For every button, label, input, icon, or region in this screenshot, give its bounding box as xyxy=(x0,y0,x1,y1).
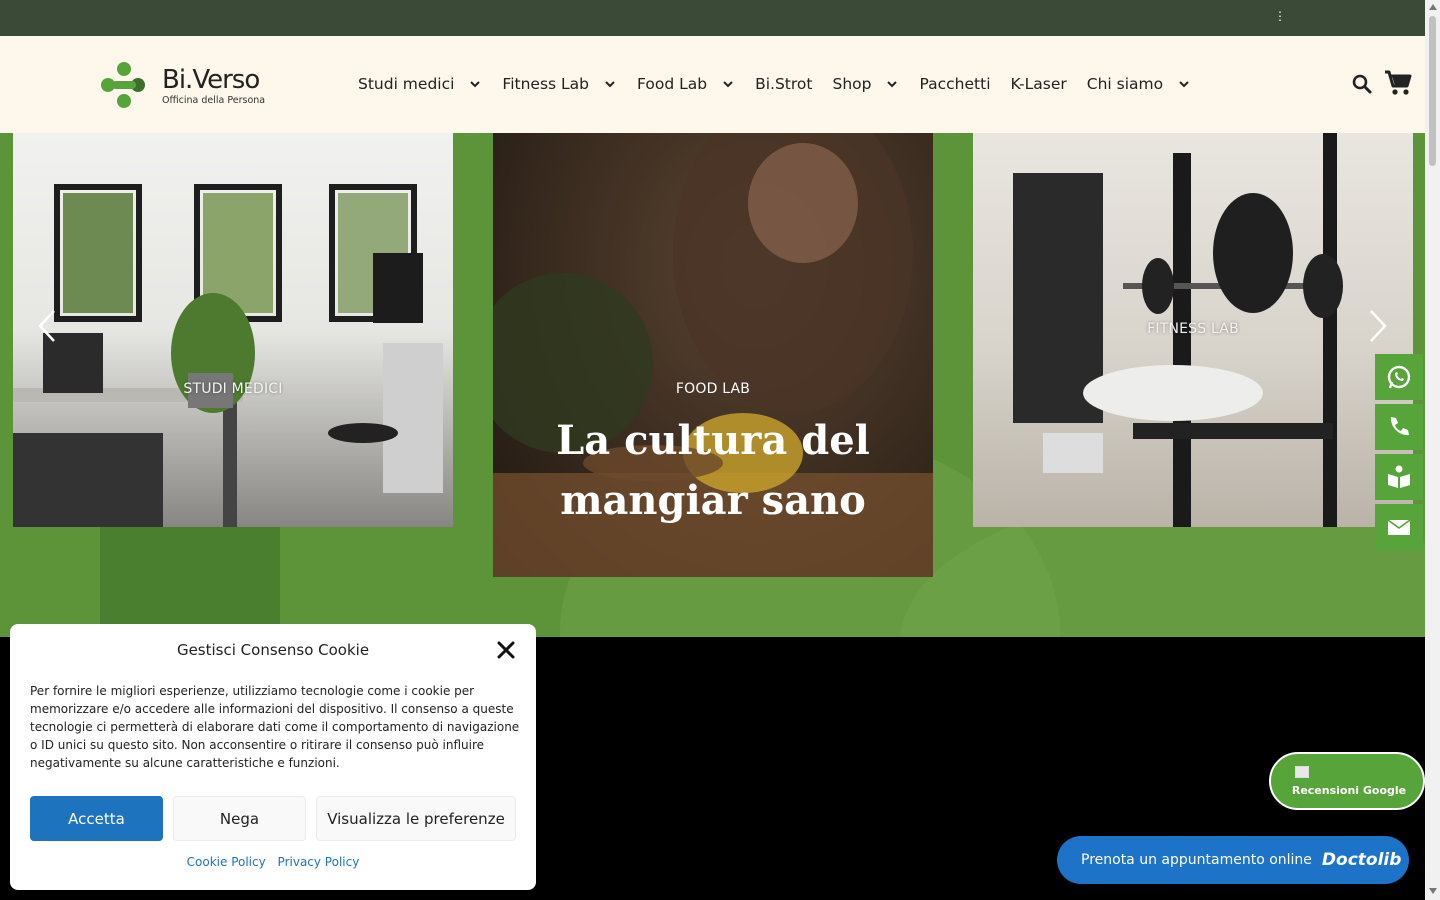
carousel-prev-arrow-icon[interactable] xyxy=(37,309,57,343)
page-scrollbar[interactable] xyxy=(1425,0,1440,900)
cookie-consent-dialog: Gestisci Consenso Cookie Per fornire le … xyxy=(10,624,536,890)
envelope-icon xyxy=(1387,519,1411,535)
chevron-down-icon xyxy=(887,81,898,88)
booking-button[interactable] xyxy=(1375,454,1423,500)
nav-label: K-Laser xyxy=(1010,75,1067,93)
doctolib-logo: Doctolib xyxy=(1321,850,1402,870)
more-dots[interactable]: ⋮ xyxy=(1274,8,1286,24)
phone-button[interactable] xyxy=(1375,404,1423,450)
close-icon[interactable] xyxy=(497,641,515,659)
nav-label: Pacchetti xyxy=(919,75,991,93)
slide-headline: La cultura del mangiar sano xyxy=(493,411,933,531)
google-reviews-badge[interactable]: Recensioni Google xyxy=(1269,752,1425,810)
chevron-down-icon xyxy=(723,81,733,88)
cookie-title: Gestisci Consenso Cookie xyxy=(176,641,370,659)
slide-label: STUDI MEDICI xyxy=(183,381,283,397)
nav-pacchetti[interactable]: Pacchetti xyxy=(919,75,990,93)
whatsapp-button[interactable] xyxy=(1375,354,1423,400)
booking-label: Prenota un appuntamento online xyxy=(1081,852,1312,868)
preferences-button[interactable]: Visualizza le preferenze xyxy=(316,796,516,841)
nav-label: Shop xyxy=(832,75,872,93)
doctolib-booking-button[interactable]: Prenota un appuntamento online Doctolib xyxy=(1057,836,1409,884)
site-header: Bi.Verso Officina della Persona Studi me… xyxy=(0,36,1425,133)
phone-icon xyxy=(1390,417,1409,436)
site-logo[interactable]: Bi.Verso Officina della Persona xyxy=(98,59,268,111)
scroll-down-icon[interactable] xyxy=(1429,888,1437,894)
email-button[interactable] xyxy=(1375,504,1423,550)
logo-name: Bi.Verso xyxy=(162,65,260,95)
cookie-description: Per fornire le migliori esperienze, util… xyxy=(30,684,520,770)
book-icon xyxy=(1388,465,1410,488)
logo-tagline: Officina della Persona xyxy=(162,95,266,106)
side-contact-buttons xyxy=(1375,354,1423,554)
nav-fitness-lab[interactable]: Fitness Lab xyxy=(502,75,617,93)
nav-label: Bi.Strot xyxy=(755,75,813,93)
nav-food-lab[interactable]: Food Lab xyxy=(637,75,735,93)
nav-bistrot[interactable]: Bi.Strot xyxy=(755,75,812,93)
cookie-links: Cookie Policy Privacy Policy xyxy=(10,855,536,869)
accept-button[interactable]: Accetta xyxy=(30,796,163,841)
nav-label: Fitness Lab xyxy=(502,75,590,93)
cookie-policy-link[interactable]: Cookie Policy xyxy=(187,855,266,869)
nav-studi-medici[interactable]: Studi medici xyxy=(358,75,482,93)
slide-studi-medici[interactable]: STUDI MEDICI xyxy=(13,133,453,527)
cart-icon[interactable] xyxy=(1384,70,1412,96)
slide-label: FITNESS LAB xyxy=(1147,321,1239,337)
headline-line-1: La cultura del xyxy=(556,417,870,464)
hero-carousel: STUDI MEDICI FOOD LAB La cultura del man… xyxy=(0,133,1425,637)
top-bar: ⋮ xyxy=(0,0,1425,36)
nav-label: Food Lab xyxy=(637,75,708,93)
search-icon[interactable] xyxy=(1352,74,1372,94)
scroll-up-icon[interactable] xyxy=(1429,4,1437,10)
deny-button[interactable]: Nega xyxy=(173,796,306,841)
main-nav: Studi medici Fitness Lab Food Lab Bi.Str… xyxy=(358,72,1211,96)
slide-food-lab[interactable]: FOOD LAB La cultura del mangiar sano xyxy=(493,133,933,577)
privacy-policy-link[interactable]: Privacy Policy xyxy=(278,855,360,869)
chevron-down-icon xyxy=(605,81,615,88)
slide-fitness-lab[interactable]: FITNESS LAB xyxy=(973,133,1413,527)
carousel-next-arrow-icon[interactable] xyxy=(1368,309,1388,343)
slide-label: FOOD LAB xyxy=(675,381,751,397)
chevron-down-icon xyxy=(1179,81,1189,88)
headline-line-2: mangiar sano xyxy=(560,477,866,524)
nav-chi-siamo[interactable]: Chi siamo xyxy=(1087,75,1191,93)
logo-mark-icon xyxy=(101,62,145,108)
reviews-label: Recensioni Google xyxy=(1291,784,1407,797)
chevron-down-icon xyxy=(470,81,481,88)
scroll-thumb[interactable] xyxy=(1429,16,1436,166)
nav-label: Studi medici xyxy=(358,75,455,93)
broken-image-icon xyxy=(1295,766,1309,778)
office-photo xyxy=(13,184,443,527)
whatsapp-icon xyxy=(1387,365,1411,389)
nav-label: Chi siamo xyxy=(1086,75,1164,93)
nav-k-laser[interactable]: K-Laser xyxy=(1011,75,1067,93)
nav-shop[interactable]: Shop xyxy=(832,75,899,93)
shadow-decoration xyxy=(100,523,280,637)
